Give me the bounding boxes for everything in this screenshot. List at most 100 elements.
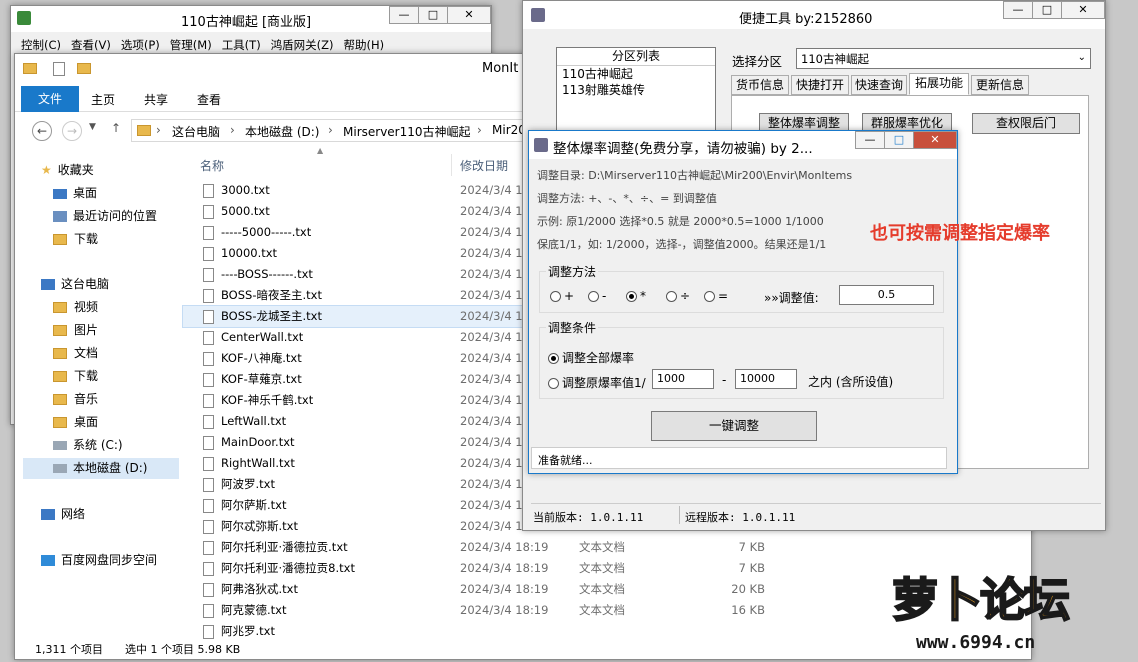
tab-quick-query[interactable]: 快速查询 <box>851 75 907 95</box>
close-button[interactable]: ✕ <box>447 6 491 24</box>
file-name: ----BOSS------.txt <box>221 267 313 281</box>
zone-list[interactable]: 分区列表 110古神崛起 113射雕英雄传 <box>556 47 716 133</box>
op-multiply-radio[interactable]: * <box>626 289 646 303</box>
file-name: 阿弗洛狄忒.txt <box>221 582 298 596</box>
nav-item[interactable]: ★ 收藏夹 <box>41 160 94 181</box>
range-from-input[interactable]: 1000 <box>652 369 714 389</box>
nav-item[interactable]: 图片 <box>53 320 98 341</box>
nav-item[interactable]: 视频 <box>53 297 98 318</box>
tab-extensions[interactable]: 拓展功能 <box>909 73 969 95</box>
breadcrumb-item[interactable]: 本地磁盘 (D:) <box>245 123 319 140</box>
file-date: 2024/3/4 1 <box>460 498 523 512</box>
nav-item[interactable]: 系统 (C:) <box>53 435 123 456</box>
cond-range-radio[interactable]: 调整原爆率值1/ <box>548 374 646 391</box>
nav-item[interactable]: 桌面 <box>53 183 97 204</box>
tab-share[interactable]: 共享 <box>144 91 168 108</box>
menu-item[interactable]: 帮助(H) <box>344 37 385 53</box>
check-backdoor-button[interactable]: 查权限后门 <box>972 113 1080 134</box>
nav-item[interactable]: 这台电脑 <box>41 274 109 295</box>
menu-item[interactable]: 鸿盾网关(Z) <box>271 37 334 53</box>
tab-updates[interactable]: 更新信息 <box>971 75 1029 95</box>
cond-all-radio[interactable]: 调整全部爆率 <box>548 349 634 366</box>
file-date: 2024/3/4 1 <box>460 246 523 260</box>
zone-list-header: 分区列表 <box>557 48 715 66</box>
text-file-icon <box>203 582 214 597</box>
range-to-input[interactable]: 10000 <box>735 369 797 389</box>
nav-item[interactable]: 下载 <box>53 366 98 387</box>
close-button[interactable]: ✕ <box>913 131 957 149</box>
nav-item[interactable]: 桌面 <box>53 412 98 433</box>
adjust-value-input[interactable]: 0.5 <box>839 285 934 305</box>
tab-view[interactable]: 查看 <box>197 91 221 108</box>
nav-item[interactable]: 最近访问的位置 <box>53 206 157 227</box>
chevron-down-icon[interactable]: ▼ <box>89 122 96 132</box>
column-header-date[interactable]: 修改日期 <box>460 157 508 174</box>
breadcrumb-item[interactable]: 这台电脑 <box>172 123 220 140</box>
op-divide-radio[interactable]: ÷ <box>666 289 690 303</box>
dir-text: 调整目录: D:\Mirserver110古神崛起\Mir200\Envir\M… <box>537 169 853 182</box>
run-adjust-button[interactable]: 一键调整 <box>651 411 817 441</box>
breadcrumb-item[interactable]: Mirserver110古神崛起 <box>343 123 471 140</box>
menu-item[interactable]: 查看(V) <box>71 37 111 53</box>
close-button[interactable]: ✕ <box>1061 1 1105 19</box>
text-file-icon <box>203 477 214 492</box>
status-bar: 1,311 个项目 选中 1 个项目 5.98 KB <box>15 636 1031 659</box>
tab-quick-open[interactable]: 快捷打开 <box>791 75 849 95</box>
forward-icon[interactable]: → <box>62 121 82 141</box>
file-size: 7 KB <box>738 561 765 575</box>
qat-icon[interactable] <box>53 62 65 76</box>
condition-group-label: 调整条件 <box>546 319 599 336</box>
file-type: 文本文档 <box>579 582 625 596</box>
menu-item[interactable]: 选项(P) <box>121 37 160 53</box>
nav-item[interactable]: 网络 <box>41 504 85 525</box>
maximize-button[interactable]: □ <box>884 131 914 149</box>
selection-info: 选中 1 个项目 5.98 KB <box>125 643 241 656</box>
tab-home[interactable]: 主页 <box>91 91 115 108</box>
file-date: 2024/3/4 18:19 <box>460 582 549 596</box>
nav-item-selected[interactable]: 本地磁盘 (D:) <box>23 458 179 479</box>
minimize-button[interactable]: — <box>1003 1 1033 19</box>
op-minus-radio[interactable]: - <box>588 289 606 303</box>
zone-item[interactable]: 110古神崛起 <box>557 66 715 82</box>
tab-file[interactable]: 文件 <box>21 86 79 112</box>
op-plus-radio[interactable]: + <box>550 289 574 303</box>
nav-item[interactable]: 下载 <box>53 229 98 250</box>
zone-select[interactable]: 110古神崛起 ⌄ <box>796 48 1091 69</box>
tab-currency[interactable]: 货币信息 <box>731 75 789 95</box>
file-date: 2024/3/4 1 <box>460 267 523 281</box>
menu-item[interactable]: 管理(M) <box>170 37 212 53</box>
example-text: 示例: 原1/2000 选择*0.5 就是 2000*0.5=1000 1/10… <box>537 215 824 228</box>
text-file-icon <box>203 351 214 366</box>
text-file-icon <box>203 456 214 471</box>
file-name: KOF-草薙京.txt <box>221 372 302 386</box>
minimize-button[interactable]: — <box>389 6 419 24</box>
file-name: 阿克蒙德.txt <box>221 603 287 617</box>
method-group: 调整方法 + - * ÷ = »»调整值: 0.5 <box>539 263 944 313</box>
nav-item[interactable]: 百度网盘同步空间 <box>41 550 157 571</box>
cloud-icon <box>41 555 55 566</box>
file-name: 阿尔托利亚·潘德拉贡8.txt <box>221 561 355 575</box>
maximize-button[interactable]: □ <box>418 6 448 24</box>
zone-item[interactable]: 113射雕英雄传 <box>557 82 715 98</box>
file-date: 2024/3/4 1 <box>460 288 523 302</box>
file-row[interactable]: 阿尔托利亚·潘德拉贡.txt 2024/3/4 18:19 文本文档 7 KB <box>183 537 1031 558</box>
folder-icon <box>53 325 67 336</box>
annotation-text: 也可按需调整指定爆率 <box>870 223 1050 244</box>
nav-item[interactable]: 音乐 <box>53 389 98 410</box>
back-icon[interactable]: ← <box>32 121 52 141</box>
menu-item[interactable]: 工具(T) <box>222 37 261 53</box>
up-icon[interactable]: ↑ <box>111 121 121 135</box>
dialog-status-bar: 准备就绪... <box>531 447 947 469</box>
breadcrumb-sep: › <box>156 123 161 137</box>
minimize-button[interactable]: — <box>855 131 885 149</box>
explorer-title: MonIt <box>482 61 519 76</box>
breadcrumb-item[interactable]: Mir20 <box>492 123 526 137</box>
desktop-icon <box>53 188 67 199</box>
nav-item[interactable]: 文档 <box>53 343 98 364</box>
menu-item[interactable]: 控制(C) <box>21 37 61 53</box>
column-header-name[interactable]: 名称 <box>200 157 224 174</box>
file-name: 阿尔萨斯.txt <box>221 498 287 512</box>
text-file-icon <box>203 372 214 387</box>
maximize-button[interactable]: □ <box>1032 1 1062 19</box>
op-equal-radio[interactable]: = <box>704 289 728 303</box>
